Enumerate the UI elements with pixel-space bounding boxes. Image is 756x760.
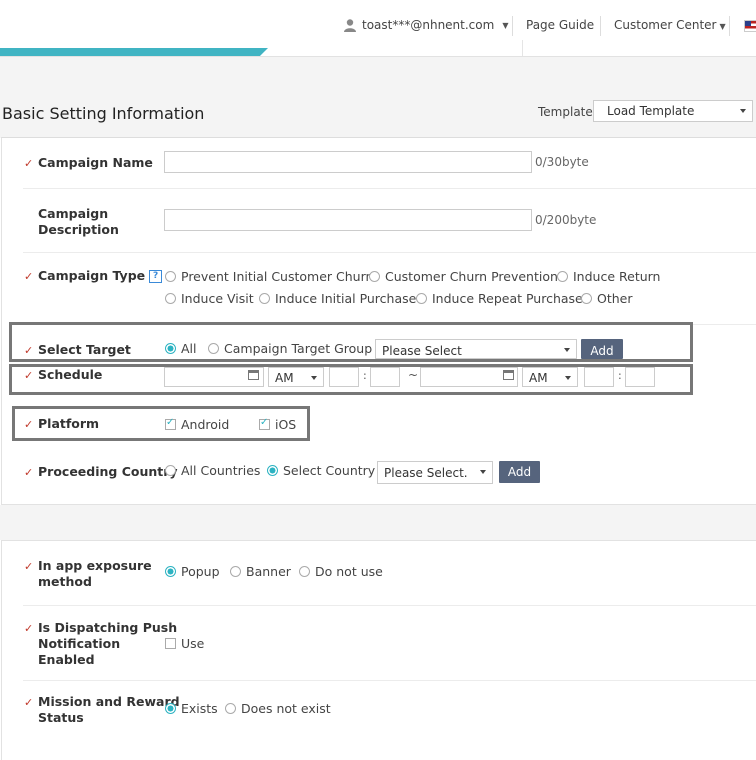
radio-icon xyxy=(165,271,176,282)
radio-icon xyxy=(259,293,270,304)
push-notification-label-line1: Is Dispatching Push xyxy=(38,620,178,635)
caret-down-icon xyxy=(480,470,486,474)
exposure-method-label-line2: method xyxy=(38,574,92,589)
divider xyxy=(600,16,601,36)
campaign-type-option[interactable]: Prevent Initial Customer Churn xyxy=(165,269,373,284)
exposure-banner-radio[interactable]: Banner xyxy=(230,564,291,579)
step-divider xyxy=(522,40,523,56)
radio-icon xyxy=(230,566,241,577)
radio-icon xyxy=(165,465,176,476)
campaign-description-input[interactable] xyxy=(164,209,532,231)
mission-reward-label-line1: Mission and Reward xyxy=(38,694,180,709)
campaign-type-option[interactable]: Other xyxy=(581,291,633,306)
all-countries-radio[interactable]: All Countries xyxy=(165,463,260,478)
campaign-type-option[interactable]: Induce Initial Purchase xyxy=(259,291,416,306)
row-divider xyxy=(23,252,756,253)
template-label: Template xyxy=(538,105,593,119)
mission-reward-label-line2: Status xyxy=(38,710,84,725)
row-divider xyxy=(23,605,756,606)
radio-icon xyxy=(165,703,176,714)
radio-icon xyxy=(165,293,176,304)
basic-settings-panel xyxy=(1,137,756,505)
radio-icon xyxy=(557,271,568,282)
campaign-name-label: Campaign Name xyxy=(38,155,153,170)
divider xyxy=(512,16,513,36)
campaign-type-label: Campaign Type? xyxy=(38,268,163,284)
country-select[interactable]: Please Select. xyxy=(377,461,493,484)
template-select-value: Load Template xyxy=(607,104,695,118)
campaign-description-label: Campaign Description xyxy=(38,206,119,238)
country-select-value: Please Select. xyxy=(384,466,468,480)
required-check-icon: ✓ xyxy=(24,157,34,170)
divider xyxy=(729,16,730,36)
add-country-button[interactable]: Add xyxy=(499,461,540,483)
section-gap xyxy=(0,505,756,540)
campaign-name-byte-count: 0/30byte xyxy=(535,155,589,169)
section-title: Basic Setting Information xyxy=(2,104,205,123)
required-check-icon: ✓ xyxy=(24,466,34,479)
caret-down-icon xyxy=(740,109,746,113)
highlight-box xyxy=(12,406,310,441)
campaign-description-label-line2: Description xyxy=(38,222,119,237)
radio-icon xyxy=(416,293,427,304)
radio-icon xyxy=(165,566,176,577)
row-divider xyxy=(23,188,756,189)
help-icon[interactable]: ? xyxy=(149,270,163,283)
checkbox-icon xyxy=(165,638,176,649)
required-check-icon: ✓ xyxy=(24,622,34,635)
campaign-type-label-text: Campaign Type xyxy=(38,268,146,283)
customer-center-label: Customer Center xyxy=(614,18,717,32)
page-guide-link[interactable]: Page Guide xyxy=(526,18,594,32)
radio-icon xyxy=(225,703,236,714)
exposure-none-radio[interactable]: Do not use xyxy=(299,564,383,579)
campaign-type-option[interactable]: Induce Visit xyxy=(165,291,254,306)
radio-icon xyxy=(267,465,278,476)
template-select[interactable]: Load Template xyxy=(593,100,753,122)
mission-exists-radio[interactable]: Exists xyxy=(165,701,218,716)
mission-reward-label: Mission and Reward Status xyxy=(38,694,180,726)
radio-icon xyxy=(369,271,380,282)
radio-icon xyxy=(299,566,310,577)
push-notification-label-line3: Enabled xyxy=(38,652,95,667)
exposure-popup-radio[interactable]: Popup xyxy=(165,564,220,579)
push-notification-label-line2: Notification xyxy=(38,636,121,651)
push-use-checkbox[interactable]: Use xyxy=(165,636,204,651)
caret-down-icon: ▼ xyxy=(502,20,509,30)
step-progress-bar xyxy=(0,48,268,56)
campaign-description-byte-count: 0/200byte xyxy=(535,213,597,227)
required-check-icon: ✓ xyxy=(24,696,34,709)
required-check-icon: ✓ xyxy=(24,270,34,283)
us-flag-icon[interactable] xyxy=(744,20,756,32)
highlight-box xyxy=(9,322,693,362)
exposure-method-label: In app exposure method xyxy=(38,558,152,590)
top-bar: toast***@nhnent.com ▼ Page Guide Custome… xyxy=(0,0,756,50)
campaign-type-option[interactable]: Customer Churn Prevention xyxy=(369,269,558,284)
campaign-type-option[interactable]: Induce Return xyxy=(557,269,660,284)
user-menu[interactable]: toast***@nhnent.com ▼ xyxy=(343,18,508,32)
user-email: toast***@nhnent.com xyxy=(362,18,495,32)
user-icon xyxy=(344,19,356,32)
spacer xyxy=(0,57,756,86)
exposure-method-label-line1: In app exposure xyxy=(38,558,152,573)
required-check-icon: ✓ xyxy=(24,560,34,573)
campaign-type-option[interactable]: Induce Repeat Purchase xyxy=(416,291,583,306)
select-country-radio[interactable]: Select Country xyxy=(267,463,375,478)
mission-not-exist-radio[interactable]: Does not exist xyxy=(225,701,331,716)
row-divider xyxy=(23,680,756,681)
campaign-description-label-line1: Campaign xyxy=(38,206,109,221)
radio-icon xyxy=(581,293,592,304)
push-notification-label: Is Dispatching Push Notification Enabled xyxy=(38,620,177,668)
caret-down-icon: ▼ xyxy=(719,22,726,31)
proceeding-country-label: Proceeding Country xyxy=(38,464,178,479)
highlight-box xyxy=(9,364,693,395)
campaign-name-input[interactable] xyxy=(164,151,532,173)
customer-center-menu[interactable]: Customer Center ▼ xyxy=(614,18,726,32)
